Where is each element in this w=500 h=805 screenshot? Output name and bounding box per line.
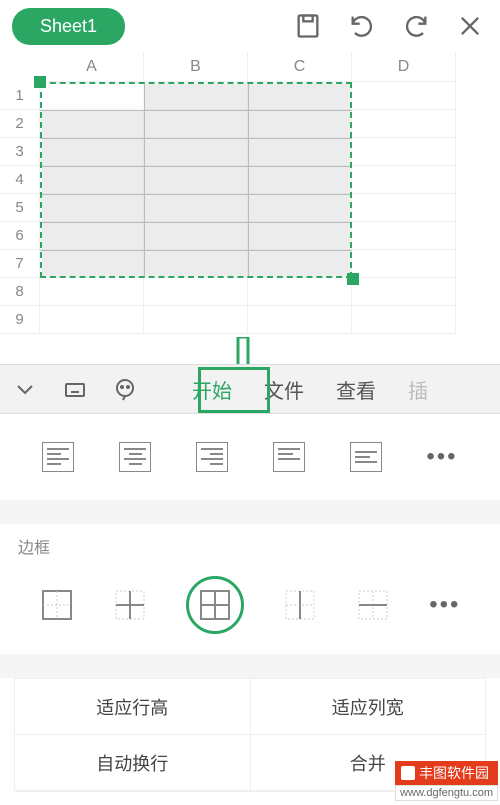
fit-row-height-button[interactable]: 适应行高 bbox=[15, 679, 251, 735]
border-more-button[interactable]: ••• bbox=[429, 591, 460, 619]
cell[interactable] bbox=[352, 138, 456, 166]
keyboard-icon[interactable] bbox=[60, 374, 90, 404]
undo-icon[interactable] bbox=[344, 8, 380, 44]
cell[interactable] bbox=[352, 110, 456, 138]
cell[interactable] bbox=[40, 194, 144, 222]
spreadsheet-grid[interactable]: A B C D 1 2 3 4 5 6 7 8 9 bbox=[0, 52, 500, 364]
row-header[interactable]: 4 bbox=[0, 166, 40, 194]
save-icon[interactable] bbox=[290, 8, 326, 44]
row-header[interactable]: 6 bbox=[0, 222, 40, 250]
tab-more[interactable]: 插 bbox=[406, 371, 430, 408]
cell[interactable] bbox=[40, 278, 144, 306]
col-header[interactable]: A bbox=[40, 52, 144, 82]
cell[interactable] bbox=[40, 222, 144, 250]
cell[interactable] bbox=[144, 278, 248, 306]
row-header[interactable]: 8 bbox=[0, 278, 40, 306]
cell[interactable] bbox=[144, 306, 248, 334]
row-header[interactable]: 5 bbox=[0, 194, 40, 222]
row-header[interactable]: 7 bbox=[0, 250, 40, 278]
tab-view[interactable]: 查看 bbox=[334, 371, 378, 408]
watermark-url: www.dgfengtu.com bbox=[395, 785, 498, 801]
cell[interactable] bbox=[248, 250, 352, 278]
border-horizontal-button[interactable] bbox=[356, 588, 390, 622]
align-right-button[interactable] bbox=[196, 442, 228, 472]
border-panel: ••• bbox=[0, 562, 500, 654]
col-header[interactable]: C bbox=[248, 52, 352, 82]
cell[interactable] bbox=[144, 166, 248, 194]
watermark: 丰图软件园 www.dgfengtu.com bbox=[395, 761, 498, 801]
cell[interactable] bbox=[352, 222, 456, 250]
cell[interactable] bbox=[144, 82, 248, 110]
redo-icon[interactable] bbox=[398, 8, 434, 44]
cell[interactable] bbox=[40, 82, 144, 110]
align-left-button[interactable] bbox=[42, 442, 74, 472]
alignment-panel: ••• bbox=[0, 414, 500, 500]
cell[interactable] bbox=[144, 222, 248, 250]
row-header[interactable]: 9 bbox=[0, 306, 40, 334]
cell[interactable] bbox=[352, 306, 456, 334]
fit-col-width-button[interactable]: 适应列宽 bbox=[251, 679, 486, 735]
border-section-label: 边框 bbox=[0, 524, 500, 562]
cell[interactable] bbox=[40, 138, 144, 166]
topbar: Sheet1 bbox=[0, 0, 500, 52]
cell[interactable] bbox=[40, 306, 144, 334]
wrap-text-button[interactable]: 自动换行 bbox=[15, 735, 251, 791]
cell[interactable] bbox=[248, 166, 352, 194]
cell[interactable] bbox=[248, 278, 352, 306]
border-vertical-button[interactable] bbox=[283, 588, 317, 622]
border-all-button[interactable] bbox=[198, 588, 232, 622]
cell[interactable] bbox=[352, 194, 456, 222]
cell[interactable] bbox=[248, 82, 352, 110]
align-middle-button[interactable] bbox=[350, 442, 382, 472]
close-icon[interactable] bbox=[452, 8, 488, 44]
cell[interactable] bbox=[352, 250, 456, 278]
row-header[interactable]: 2 bbox=[0, 110, 40, 138]
cell[interactable] bbox=[248, 110, 352, 138]
cell[interactable] bbox=[144, 110, 248, 138]
cell[interactable] bbox=[352, 278, 456, 306]
col-header[interactable]: D bbox=[352, 52, 456, 82]
selection-handle-top-left[interactable] bbox=[34, 76, 46, 88]
cell[interactable] bbox=[40, 110, 144, 138]
cell[interactable] bbox=[248, 306, 352, 334]
border-inner-button[interactable] bbox=[113, 588, 147, 622]
chevron-down-icon[interactable] bbox=[10, 374, 40, 404]
assistant-icon[interactable] bbox=[110, 374, 140, 404]
border-selected-ring bbox=[186, 576, 244, 634]
align-center-button[interactable] bbox=[119, 442, 151, 472]
cell[interactable] bbox=[248, 138, 352, 166]
border-outer-button[interactable] bbox=[40, 588, 74, 622]
cell[interactable] bbox=[40, 250, 144, 278]
cell[interactable] bbox=[248, 194, 352, 222]
col-header[interactable]: B bbox=[144, 52, 248, 82]
cell[interactable] bbox=[40, 166, 144, 194]
selection-handle-bottom-right[interactable] bbox=[347, 273, 359, 285]
cell[interactable] bbox=[144, 138, 248, 166]
cell[interactable] bbox=[352, 166, 456, 194]
align-more-button[interactable]: ••• bbox=[426, 443, 457, 471]
tab-file[interactable]: 文件 bbox=[262, 371, 306, 408]
column-headers: A B C D bbox=[40, 52, 500, 82]
cell[interactable] bbox=[352, 82, 456, 110]
row-header[interactable]: 3 bbox=[0, 138, 40, 166]
cell[interactable] bbox=[248, 222, 352, 250]
cell[interactable] bbox=[144, 194, 248, 222]
format-tabbar: 开始 文件 查看 插 bbox=[0, 364, 500, 414]
tab-start[interactable]: 开始 bbox=[190, 371, 234, 408]
sheet-tab[interactable]: Sheet1 bbox=[12, 8, 125, 45]
align-top-button[interactable] bbox=[273, 442, 305, 472]
cell[interactable] bbox=[144, 250, 248, 278]
watermark-title: 丰图软件园 bbox=[395, 761, 498, 785]
